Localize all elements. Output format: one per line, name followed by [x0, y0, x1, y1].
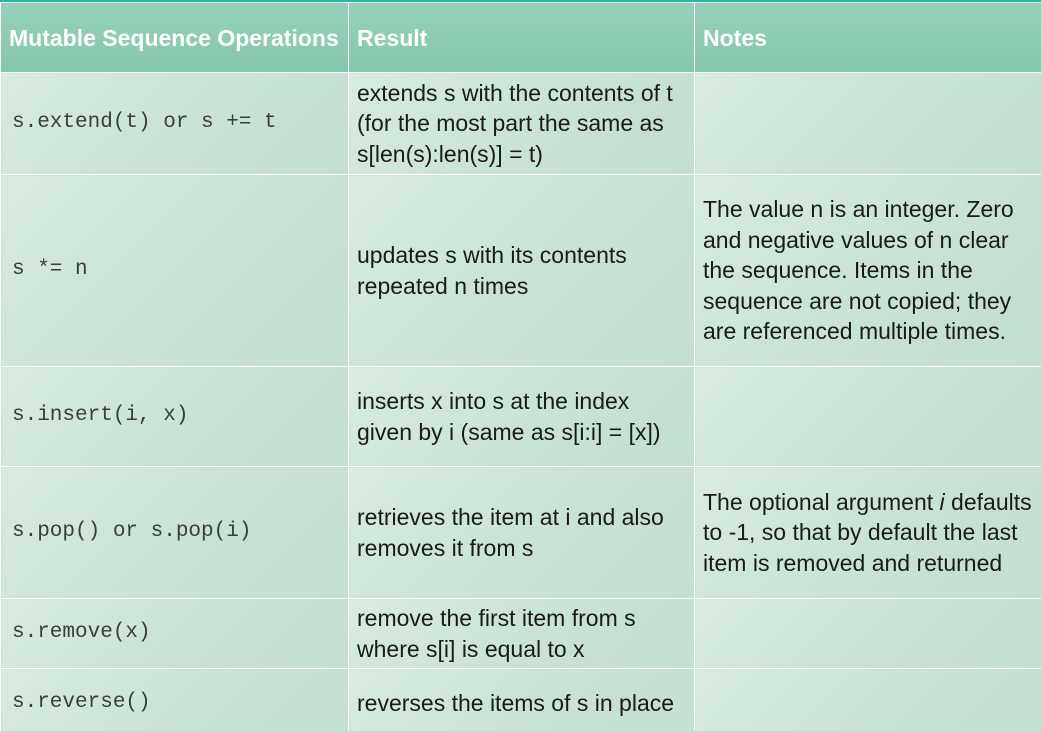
table-row: s.reverse() reverses the items of s in p…: [0, 668, 1041, 731]
header-notes: Notes: [694, 2, 1041, 73]
table-row: s *= n updates s with its contents repea…: [0, 174, 1041, 367]
result-cell: retrieves the item at i and also removes…: [348, 466, 695, 599]
result-cell: updates s with its contents repeated n t…: [348, 174, 695, 367]
header-row: Mutable Sequence Operations Result Notes: [0, 2, 1041, 73]
operation-cell: s.extend(t) or s += t: [0, 72, 349, 175]
notes-text: The optional argument: [703, 488, 940, 515]
table-header: Mutable Sequence Operations Result Notes: [0, 2, 1041, 73]
table-body: s.extend(t) or s += t extends s with the…: [0, 72, 1041, 731]
notes-cell: [694, 598, 1041, 669]
notes-cell: [694, 366, 1041, 467]
table-row: s.remove(x) remove the first item from s…: [0, 598, 1041, 669]
header-result: Result: [348, 2, 695, 73]
notes-cell: [694, 72, 1041, 175]
operation-cell: s.reverse(): [0, 668, 349, 731]
operation-cell: s *= n: [0, 174, 349, 367]
mutable-sequence-table: Mutable Sequence Operations Result Notes…: [0, 2, 1041, 731]
result-cell: remove the first item from s where s[i] …: [348, 598, 695, 669]
result-cell: inserts x into s at the index given by i…: [348, 366, 695, 467]
notes-cell: The optional argument i defaults to -1, …: [694, 466, 1041, 599]
notes-cell: The value n is an integer. Zero and nega…: [694, 174, 1041, 367]
header-operation: Mutable Sequence Operations: [0, 2, 349, 73]
operation-cell: s.insert(i, x): [0, 366, 349, 467]
table-row: s.extend(t) or s += t extends s with the…: [0, 72, 1041, 175]
result-cell: extends s with the contents of t (for th…: [348, 72, 695, 175]
result-cell: reverses the items of s in place: [348, 668, 695, 731]
slide-frame: Mutable Sequence Operations Result Notes…: [0, 0, 1041, 731]
notes-cell: [694, 668, 1041, 731]
table-row: s.pop() or s.pop(i) retrieves the item a…: [0, 466, 1041, 599]
operation-cell: s.remove(x): [0, 598, 349, 669]
table-row: s.insert(i, x) inserts x into s at the i…: [0, 366, 1041, 467]
operation-cell: s.pop() or s.pop(i): [0, 466, 349, 599]
